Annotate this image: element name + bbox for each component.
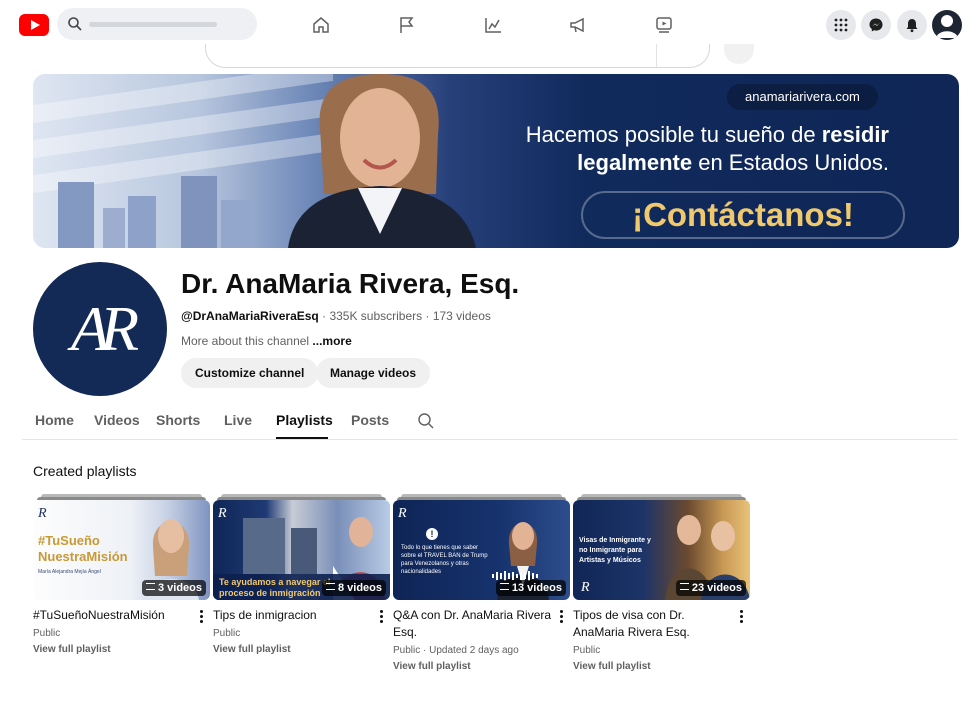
tab-live[interactable]: Live <box>224 412 252 428</box>
thumbnail-logo: R <box>398 506 407 521</box>
thumbnail-building <box>243 518 285 574</box>
alert-icon: ! <box>426 528 438 540</box>
more-options-icon[interactable] <box>740 610 744 624</box>
thumbnail-logo: R <box>38 506 47 521</box>
tab-playlists[interactable]: Playlists <box>276 412 333 428</box>
playlist-title[interactable]: #TuSueñoNuestraMisión <box>33 607 193 624</box>
playlist-visibility: Public <box>33 628 61 639</box>
active-tab-indicator <box>276 437 328 439</box>
view-playlist-link[interactable]: View full playlist <box>213 644 291 655</box>
customize-channel-button[interactable]: Customize channel <box>181 358 319 388</box>
playlist-thumbnail[interactable]: R #TuSueño NuestraMisión María Alejandra… <box>33 500 210 600</box>
more-options-icon[interactable] <box>560 610 564 624</box>
view-playlist-link[interactable]: View full playlist <box>393 661 471 672</box>
thumbnail-building <box>291 528 317 574</box>
channel-banner: anamariarivera.com Hacemos posible tu su… <box>33 74 959 248</box>
skyline-building <box>58 182 94 248</box>
home-icon[interactable] <box>310 14 332 36</box>
search-icon[interactable] <box>417 412 435 430</box>
channel-tabs: Home Videos Shorts Live Playlists Posts <box>22 404 958 440</box>
avatar-monogram: AR <box>70 293 139 364</box>
playlist-title[interactable]: Q&A con Dr. AnaMaria Rivera Esq. <box>393 607 553 641</box>
video-count-badge: 8 videos <box>321 580 386 596</box>
playlist-updated: Updated 2 days ago <box>429 645 519 656</box>
playlist-visibility: Public <box>573 645 601 656</box>
thumbnail-caption: Visas de Inmigrante y no Inmigrante para… <box>579 537 651 564</box>
subscriber-count: 335K subscribers <box>329 309 423 323</box>
mic-button-partial <box>724 44 754 64</box>
playlist-icon <box>325 583 335 590</box>
view-playlist-link[interactable]: View full playlist <box>573 661 651 672</box>
video-count-badge: 3 videos <box>141 580 206 596</box>
tab-shorts[interactable]: Shorts <box>156 412 200 428</box>
search-box[interactable] <box>57 8 257 40</box>
thumbnail-caption: #TuSueño NuestraMisión <box>38 533 128 564</box>
channel-name: Dr. AnaMaria Rivera, Esq. <box>181 268 520 299</box>
bell-icon[interactable] <box>897 10 927 40</box>
playlist-visibility: Public <box>213 628 241 639</box>
video-count-badge: 23 videos <box>675 580 746 596</box>
channel-avatar[interactable]: AR <box>33 262 167 396</box>
analytics-icon[interactable] <box>482 14 504 36</box>
apps-grid-icon[interactable] <box>826 10 856 40</box>
more-link[interactable]: ...more <box>312 334 351 348</box>
banner-headline-2: legalmente en Estados Unidos. <box>577 150 889 175</box>
manage-videos-button[interactable]: Manage videos <box>316 358 431 388</box>
search-placeholder-bar <box>89 22 217 27</box>
messenger-icon[interactable] <box>861 10 891 40</box>
playlist-icon <box>499 583 509 590</box>
thumbnail-caption: Todo lo que tienes que saber sobre el TR… <box>401 545 488 575</box>
playlist-thumbnail[interactable]: R ! Todo lo que tienes que saber sobre e… <box>393 500 570 600</box>
thumbnail-subcaption: María Alejandra Mejía Ángel <box>38 569 101 575</box>
thumbnail-logo: R <box>218 506 227 521</box>
more-options-icon[interactable] <box>380 610 384 624</box>
top-bar <box>0 0 980 50</box>
search-icon[interactable] <box>67 16 83 32</box>
playlist-thumbnail[interactable]: Visas de Inmigrante y no Inmigrante para… <box>573 500 750 600</box>
more-options-icon[interactable] <box>200 610 204 624</box>
flag-icon[interactable] <box>396 14 418 36</box>
skyline-building <box>103 208 125 248</box>
channel-meta: @DrAnaMariaRiveraEsq · 335K subscribers … <box>181 309 491 323</box>
playlist-icon <box>145 583 155 590</box>
skyline-building <box>221 200 251 248</box>
banner-url: anamariarivera.com <box>727 84 878 110</box>
attorney-portrait <box>288 74 476 248</box>
tab-home[interactable]: Home <box>35 412 74 428</box>
thumbnail-logo: R <box>581 580 590 595</box>
skyline-building <box>181 176 217 248</box>
playlist-icon <box>679 583 689 590</box>
youtube-logo[interactable] <box>19 14 49 36</box>
playlist-title[interactable]: Tips de inmigracion <box>213 607 373 624</box>
video-count-badge: 13 videos <box>495 580 566 596</box>
section-title: Created playlists <box>33 463 137 479</box>
view-playlist-link[interactable]: View full playlist <box>33 644 111 655</box>
megaphone-icon[interactable] <box>567 14 589 36</box>
banner-cta: ¡Contáctanos! <box>581 191 905 239</box>
video-icon[interactable] <box>653 14 675 36</box>
playlist-visibility: Public · Updated 2 days ago <box>393 645 519 656</box>
playlist-title[interactable]: Tipos de visa con Dr. AnaMaria Rivera Es… <box>573 607 733 641</box>
tab-posts[interactable]: Posts <box>351 412 389 428</box>
video-count: 173 videos <box>432 309 491 323</box>
search-bar-partial <box>205 44 710 68</box>
banner-headline-1: Hacemos posible tu sueño de residir <box>525 122 889 147</box>
skyline-building <box>128 196 156 248</box>
tab-videos[interactable]: Videos <box>94 412 140 428</box>
account-icon[interactable] <box>932 10 962 40</box>
channel-handle: @DrAnaMariaRiveraEsq <box>181 309 319 323</box>
playlist-thumbnail[interactable]: R Te ayudamos a navegar el proceso de in… <box>213 500 390 600</box>
channel-about[interactable]: More about this channel ...more <box>181 334 352 348</box>
